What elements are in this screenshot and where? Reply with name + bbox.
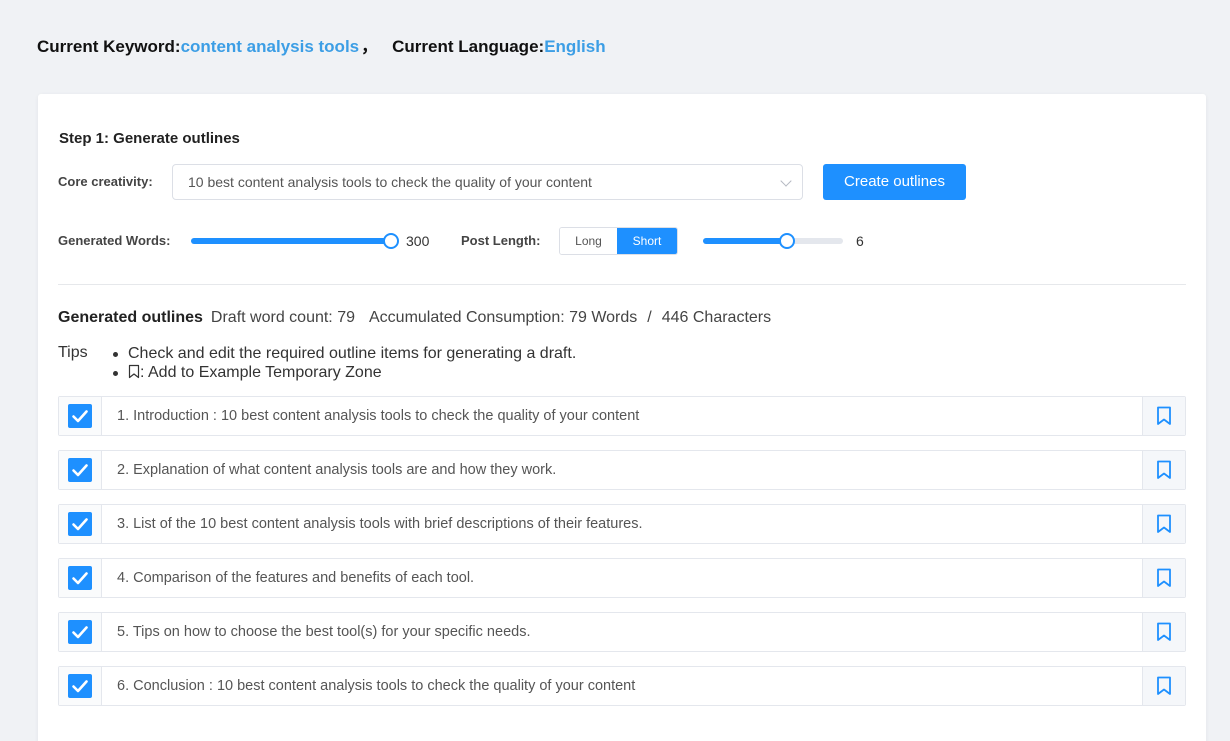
generated-words-slider[interactable] <box>191 233 399 249</box>
bookmark-icon <box>1157 676 1171 695</box>
post-length-label: Post Length: <box>461 233 541 248</box>
outline-item: 2. Explanation of what content analysis … <box>58 450 1186 490</box>
generated-outlines-summary: Generated outlines Draft word count: 79 Ac… <box>58 309 771 327</box>
outline-text[interactable]: 5. Tips on how to choose the best tool(s… <box>117 613 530 651</box>
length-option-long[interactable]: Long <box>560 228 617 254</box>
outline-text[interactable]: 2. Explanation of what content analysis … <box>117 451 556 489</box>
outline-text[interactable]: 6. Conclusion : 10 best content analysis… <box>117 667 635 705</box>
outline-text[interactable]: 4. Comparison of the features and benefi… <box>117 559 474 597</box>
language-label: Current Language: <box>392 37 545 56</box>
bookmark-icon <box>1157 568 1171 587</box>
outline-item: 3. List of the 10 best content analysis … <box>58 504 1186 544</box>
checkbox-cell <box>59 667 102 705</box>
generated-outlines-title: Generated outlines <box>58 309 203 326</box>
slash-separator: / <box>647 309 652 326</box>
generated-words-label: Generated Words: <box>58 233 171 248</box>
checkbox-cell <box>59 397 102 435</box>
bookmark-button[interactable] <box>1142 397 1185 435</box>
tip-item: Check and edit the required outline item… <box>113 344 576 363</box>
checkbox-cell <box>59 451 102 489</box>
sections-slider[interactable] <box>703 233 843 249</box>
outline-checkbox[interactable] <box>68 674 92 698</box>
create-outlines-button[interactable]: Create outlines <box>823 164 966 200</box>
outline-checkbox[interactable] <box>68 566 92 590</box>
tip-text: : Add to Example Temporary Zone <box>140 364 382 381</box>
core-creativity-label: Core creativity: <box>58 174 153 189</box>
post-length-toggle: Long Short <box>559 227 678 255</box>
bookmark-button[interactable] <box>1142 451 1185 489</box>
step-title: Step 1: Generate outlines <box>59 130 240 147</box>
checkbox-cell <box>59 613 102 651</box>
outline-text[interactable]: 3. List of the 10 best content analysis … <box>117 505 643 543</box>
outline-item: 6. Conclusion : 10 best content analysis… <box>58 666 1186 706</box>
slider-handle[interactable] <box>383 233 399 249</box>
length-option-short[interactable]: Short <box>617 228 677 254</box>
bookmark-icon <box>128 364 140 384</box>
outline-item: 1. Introduction : 10 best content analys… <box>58 396 1186 436</box>
check-icon <box>72 680 88 693</box>
keyword-label: Current Keyword: <box>37 37 181 56</box>
tip-item: : Add to Example Temporary Zone <box>113 363 576 384</box>
keyword-value: content analysis tools <box>180 37 360 56</box>
chevron-down-icon <box>780 175 792 187</box>
core-creativity-value: 10 best content analysis tools to check … <box>188 174 592 190</box>
outline-card: Step 1: Generate outlines Core creativit… <box>38 94 1206 741</box>
bookmark-icon <box>1157 514 1171 533</box>
check-icon <box>72 518 88 531</box>
accumulated-consumption: Accumulated Consumption: 79 Words <box>369 309 638 326</box>
slider-handle[interactable] <box>779 233 795 249</box>
generated-words-value: 300 <box>406 233 430 249</box>
language-value: English <box>544 37 606 56</box>
tip-text: Check and edit the required outline item… <box>128 345 577 362</box>
outline-text[interactable]: 1. Introduction : 10 best content analys… <box>117 397 639 435</box>
current-info: Current Keyword:content analysis tools， C… <box>37 32 606 57</box>
checkbox-cell <box>59 505 102 543</box>
bookmark-button[interactable] <box>1142 559 1185 597</box>
checkbox-cell <box>59 559 102 597</box>
slider-fill <box>191 238 391 244</box>
outline-item: 4. Comparison of the features and benefi… <box>58 558 1186 598</box>
draft-word-count: Draft word count: 79 <box>210 309 355 326</box>
bookmark-button[interactable] <box>1142 613 1185 651</box>
outline-checkbox[interactable] <box>68 458 92 482</box>
outline-checkbox[interactable] <box>68 404 92 428</box>
outline-checkbox[interactable] <box>68 620 92 644</box>
sections-value: 6 <box>856 233 864 249</box>
bookmark-icon <box>1157 406 1171 425</box>
outline-checkbox[interactable] <box>68 512 92 536</box>
bookmark-button[interactable] <box>1142 667 1185 705</box>
check-icon <box>72 410 88 423</box>
check-icon <box>72 572 88 585</box>
bookmark-button[interactable] <box>1142 505 1185 543</box>
characters-count: 446 Characters <box>661 309 772 326</box>
check-icon <box>72 464 88 477</box>
core-creativity-select[interactable]: 10 best content analysis tools to check … <box>172 164 803 200</box>
tips-list: Check and edit the required outline item… <box>113 344 576 384</box>
slider-fill <box>703 238 787 244</box>
check-icon <box>72 626 88 639</box>
tips-label: Tips <box>58 344 88 361</box>
outline-item: 5. Tips on how to choose the best tool(s… <box>58 612 1186 652</box>
divider <box>58 284 1186 285</box>
separator: ， <box>361 37 379 56</box>
bookmark-icon <box>1157 460 1171 479</box>
bookmark-icon <box>1157 622 1171 641</box>
